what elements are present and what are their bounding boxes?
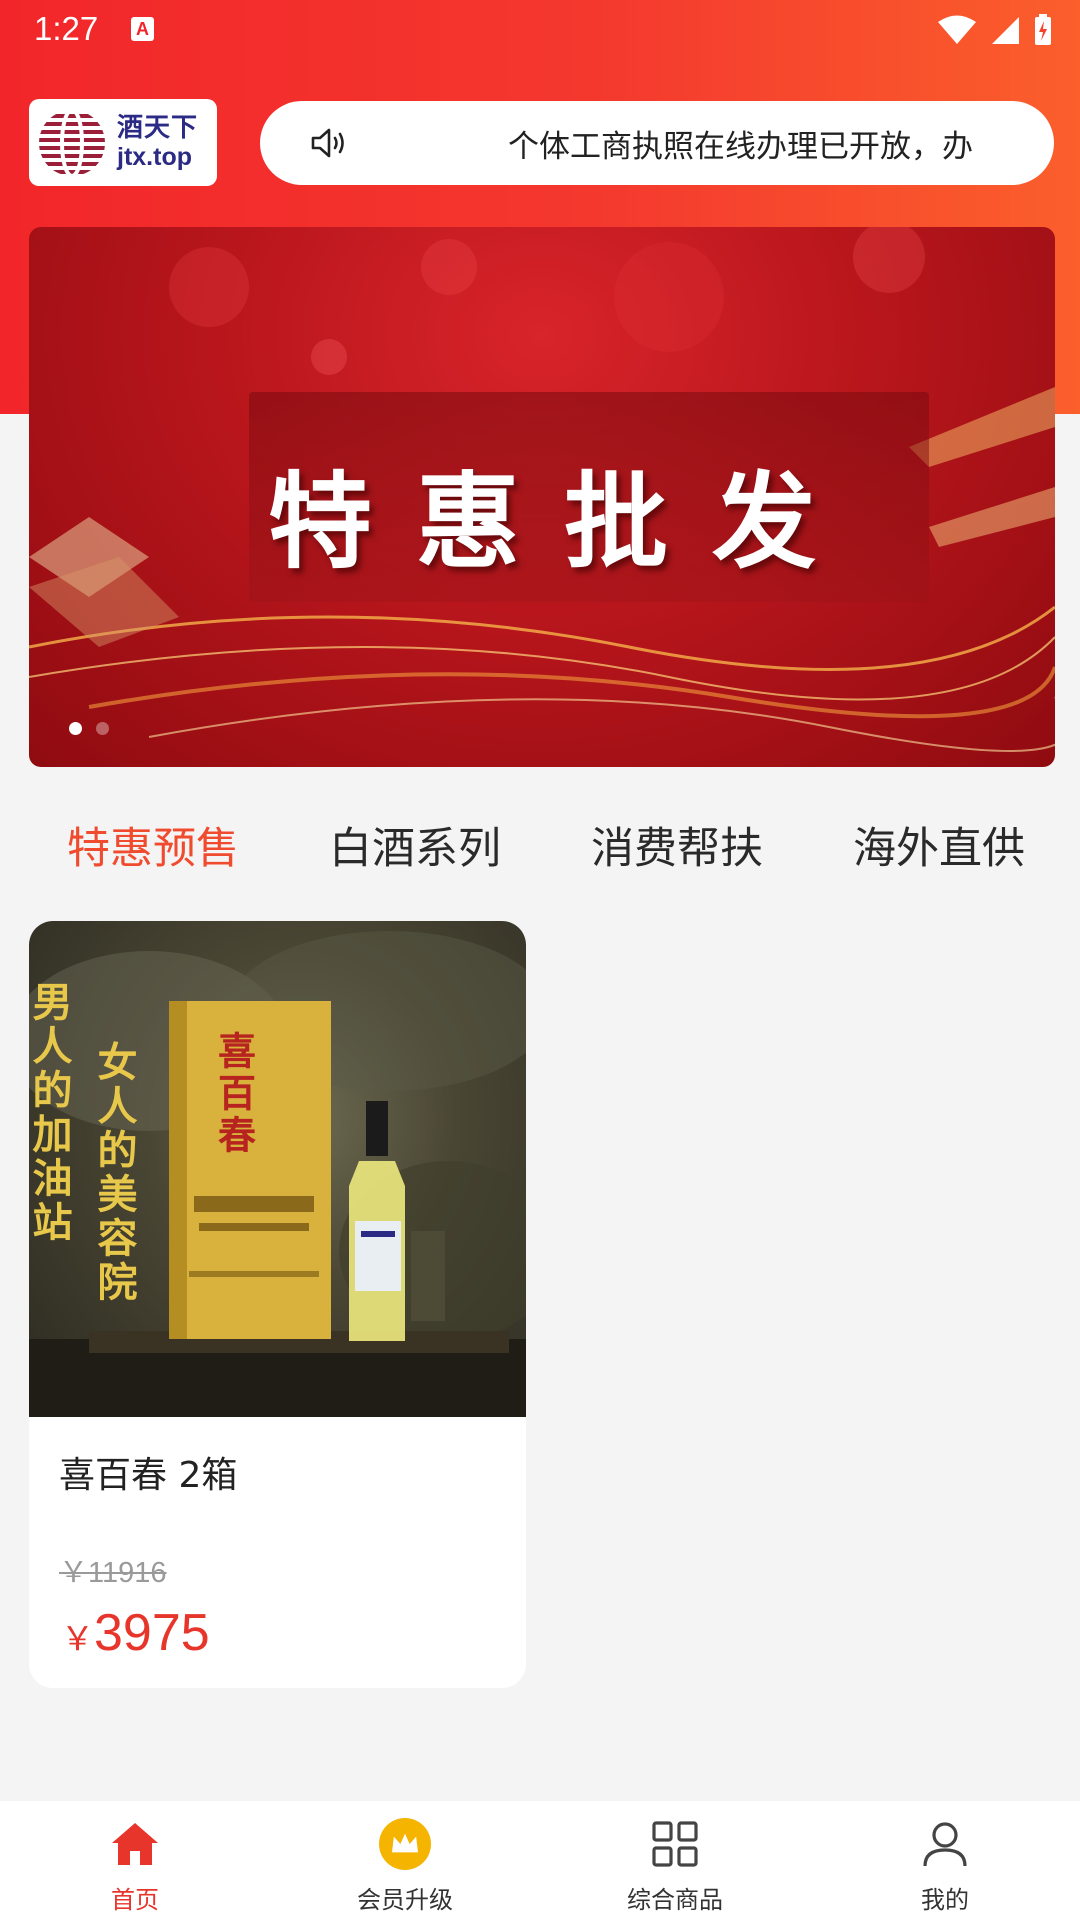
home-icon xyxy=(109,1818,161,1870)
grid-icon xyxy=(649,1818,701,1870)
currency-symbol: ￥ xyxy=(61,1620,94,1657)
notification-icon: A xyxy=(131,17,154,41)
svg-text:男人的加油站: 男人的加油站 xyxy=(29,981,73,1245)
tab-overseas-direct[interactable]: 海外直供 xyxy=(853,814,1025,876)
tab-special-presale[interactable]: 特惠预售 xyxy=(67,814,239,876)
tab-baijiu-series[interactable]: 白酒系列 xyxy=(329,814,501,876)
logo-name: 酒天下 xyxy=(117,113,199,143)
wifi-icon xyxy=(938,15,976,44)
svg-text:女人的美容院: 女人的美容院 xyxy=(91,1041,138,1305)
nav-home[interactable]: 首页 xyxy=(0,1801,270,1920)
crown-icon xyxy=(379,1818,431,1870)
tab-consumption-support[interactable]: 消费帮扶 xyxy=(591,814,763,876)
notice-text: 个体工商执照在线办理已开放，办 xyxy=(508,128,973,165)
app-logo[interactable]: 酒天下 jtx.top xyxy=(29,99,217,186)
banner-title: 特惠批发 xyxy=(267,461,860,583)
nav-mine-label: 我的 xyxy=(921,1886,969,1914)
nav-mine[interactable]: 我的 xyxy=(810,1801,1080,1920)
promo-banner[interactable]: 特惠批发 xyxy=(29,227,1055,767)
carousel-dot-active[interactable] xyxy=(69,722,82,735)
carousel-dot[interactable] xyxy=(96,722,109,735)
speaker-icon xyxy=(311,128,344,158)
globe-logo-icon xyxy=(39,109,105,176)
product-original-price: ￥11916 xyxy=(59,1557,167,1589)
notice-bar[interactable]: 个体工商执照在线办理已开放，办 xyxy=(260,101,1054,185)
svg-text:喜百春: 喜百春 xyxy=(212,1031,257,1157)
product-card[interactable]: 男人的加油站 女人的美容院 喜百春 喜百春 2箱 ￥11916 ￥3975 xyxy=(29,921,526,1688)
product-price: ￥3975 xyxy=(61,1603,210,1663)
status-icons xyxy=(938,14,1052,46)
nav-membership-label: 会员升级 xyxy=(357,1886,453,1914)
logo-domain: jtx.top xyxy=(117,143,192,171)
price-value: 3975 xyxy=(94,1604,210,1662)
nav-home-label: 首页 xyxy=(111,1886,159,1914)
product-title: 喜百春 2箱 xyxy=(59,1455,238,1496)
category-tabs: 特惠预售 白酒系列 消费帮扶 海外直供 xyxy=(29,810,1055,880)
nav-all-products[interactable]: 综合商品 xyxy=(540,1801,810,1920)
user-icon xyxy=(919,1818,971,1870)
status-time: 1:27 xyxy=(34,10,99,47)
product-image[interactable]: 男人的加油站 女人的美容院 喜百春 xyxy=(29,921,526,1417)
status-bar: 1:27 A xyxy=(0,0,1080,62)
bottom-navigation: 首页 会员升级 综合商品 我的 xyxy=(0,1801,1080,1920)
signal-icon xyxy=(992,17,1019,44)
nav-all-products-label: 综合商品 xyxy=(627,1886,723,1914)
logo-text: 酒天下 jtx.top xyxy=(117,115,198,170)
battery-charging-icon xyxy=(1035,14,1051,45)
carousel-indicator xyxy=(69,722,109,735)
nav-membership-upgrade[interactable]: 会员升级 xyxy=(270,1801,540,1920)
product-slogans: 男人的加油站 女人的美容院 喜百春 xyxy=(29,981,257,1305)
